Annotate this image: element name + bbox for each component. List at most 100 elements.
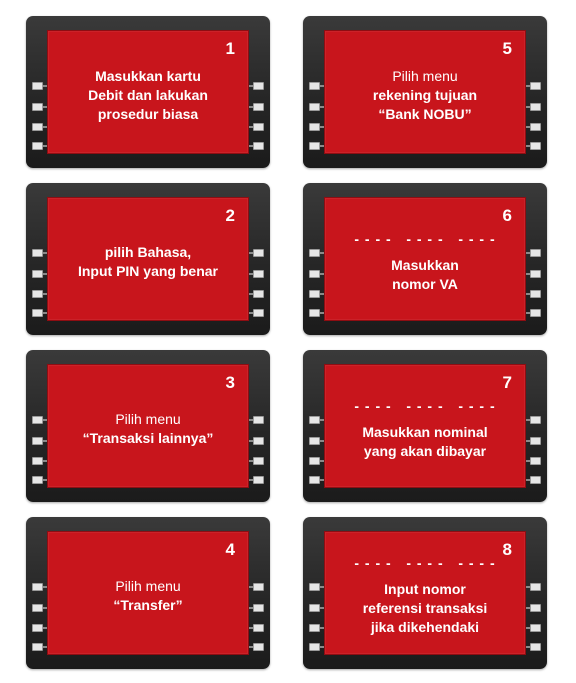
atm-side-button [32,103,43,111]
atm-side-button [530,583,541,591]
instruction-line: pilih Bahasa, [104,244,192,260]
atm-side-button [32,309,43,317]
atm-side-button [530,309,541,317]
instruction-line: “Transfer” [113,597,183,613]
atm-side-button [530,476,541,484]
atm-side-button [32,624,43,632]
atm-side-button [309,123,320,131]
instruction-line: prosedur biasa [97,105,199,122]
atm-side-button [253,604,264,612]
atm-side-button [309,604,320,612]
instruction-line: yang akan dibayar [363,442,487,459]
step-instruction: Pilih menu “Transaksi lainnya” [52,365,244,487]
instruction-line: Pilih menu [115,411,181,427]
input-placeholder-dashes: - - - - - - - - - - - - [354,555,496,571]
atm-machine-step-3: 3 Pilih menu “Transaksi lainnya” [26,350,270,502]
instruction-line: Masukkan [391,256,459,273]
atm-side-button [253,103,264,111]
atm-side-button [309,290,320,298]
instruction-line: Masukkan nominal [362,423,488,440]
atm-side-button [253,583,264,591]
atm-side-button [32,82,43,90]
atm-screen: 6- - - - - - - - - - - - Masukkan nomor VA [324,197,526,321]
atm-side-button [309,457,320,465]
instruction-line: Input PIN yang benar [77,263,218,279]
atm-side-button [530,123,541,131]
atm-side-button [253,437,264,445]
atm-machine-step-7: 7- - - - - - - - - - - - Masukkan nominal… [303,350,547,502]
atm-side-button [309,624,320,632]
atm-screen: 2 pilih Bahasa, Input PIN yang benar [47,197,249,321]
atm-side-button [309,103,320,111]
atm-side-button [309,437,320,445]
step-instruction: Pilih menu rekening tujuan “Bank NOBU” [329,31,521,153]
atm-side-button [32,476,43,484]
instruction-line: Pilih menu [115,578,181,594]
atm-machine-step-5: 5 Pilih menu rekening tujuan “Bank NOBU” [303,16,547,168]
instruction-line: “Bank NOBU” [378,105,472,122]
atm-side-button [530,643,541,651]
atm-side-button [253,309,264,317]
atm-screen: 3 Pilih menu “Transaksi lainnya” [47,364,249,488]
atm-side-button [530,604,541,612]
atm-side-button [32,416,43,424]
atm-side-button [253,476,264,484]
atm-side-button [32,604,43,612]
atm-side-button [32,290,43,298]
atm-side-button [530,290,541,298]
atm-side-button [32,457,43,465]
instruction-line: “Transaksi lainnya” [82,430,214,446]
input-placeholder-dashes: - - - - - - - - - - - - [354,230,496,247]
instruction-line: Debit dan lakukan [88,86,208,103]
atm-side-button [32,643,43,651]
atm-machine-step-1: 1 Masukkan kartu Debit dan lakukan prosedur… [26,16,270,168]
atm-side-button [253,142,264,150]
atm-side-button [253,82,264,90]
step-instruction: Pilih menu “Transfer” [52,532,244,654]
step-instruction: - - - - - - - - - - - - Masukkan nomor VA [329,198,521,320]
instruction-line: rekening tujuan [372,86,478,103]
atm-side-button [530,416,541,424]
atm-side-button [530,142,541,150]
atm-side-button [32,583,43,591]
step-instruction: Masukkan kartu Debit dan lakukan prosedur … [52,31,244,153]
atm-side-button [309,309,320,317]
atm-side-button [309,249,320,257]
atm-side-button [309,270,320,278]
instruction-line: Input nomor [384,581,466,597]
atm-side-button [253,643,264,651]
atm-side-button [530,624,541,632]
atm-side-button [32,437,43,445]
atm-side-button [530,103,541,111]
atm-side-button [253,123,264,131]
step-instruction: - - - - - - - - - - - - Input nomor refere… [329,532,521,654]
atm-machine-step-2: 2 pilih Bahasa, Input PIN yang benar [26,183,270,335]
atm-side-button [309,416,320,424]
atm-side-button [309,583,320,591]
atm-side-button [309,643,320,651]
atm-side-button [309,476,320,484]
atm-screen: 1 Masukkan kartu Debit dan lakukan prosedur… [47,30,249,154]
atm-side-button [32,249,43,257]
atm-machine-step-8: 8- - - - - - - - - - - - Input nomor refer… [303,517,547,669]
instruction-line: Pilih menu [392,67,458,84]
atm-side-button [253,270,264,278]
step-instruction: - - - - - - - - - - - - Masukkan nominal y… [329,365,521,487]
atm-side-button [530,437,541,445]
step-instruction: pilih Bahasa, Input PIN yang benar [52,198,244,320]
atm-side-button [32,270,43,278]
atm-side-button [309,82,320,90]
atm-side-button [32,142,43,150]
atm-screen: 8- - - - - - - - - - - - Input nomor refer… [324,531,526,655]
instruction-line: referensi transaksi [362,600,488,616]
instruction-line: jika dikehendaki [370,619,480,635]
atm-side-button [253,416,264,424]
atm-side-button [32,123,43,131]
atm-machine-step-4: 4 Pilih menu “Transfer” [26,517,270,669]
atm-screen: 7- - - - - - - - - - - - Masukkan nominal… [324,364,526,488]
instruction-line: nomor VA [392,275,458,292]
atm-side-button [530,457,541,465]
atm-side-button [253,624,264,632]
atm-screen: 4 Pilih menu “Transfer” [47,531,249,655]
atm-side-button [530,82,541,90]
